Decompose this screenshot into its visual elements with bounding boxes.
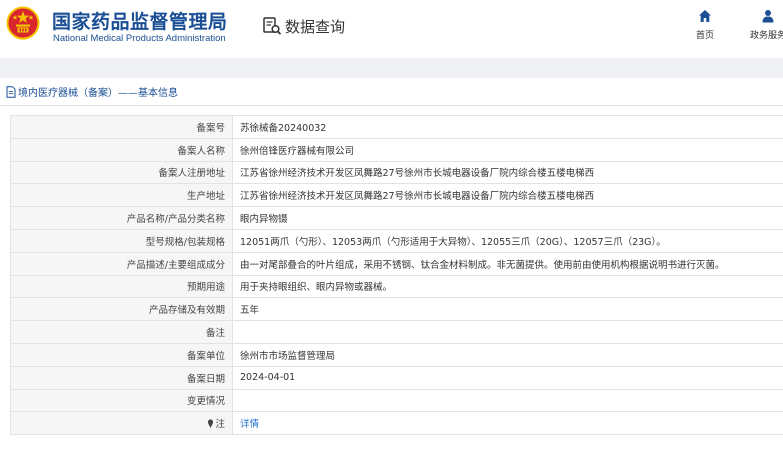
table-row: 备案人注册地址 江苏省徐州经济技术开发区凤舞路27号徐州市长城电器设备厂院内综合楼… (10, 160, 783, 185)
breadcrumb: 境内医疗器械（备案）——基本信息 (0, 78, 783, 106)
field-label: 变更情况 (10, 388, 233, 413)
field-label: 备案人注册地址 (10, 160, 233, 185)
field-value (232, 320, 783, 344)
table-row-note: 注 详情 (10, 411, 783, 436)
field-label: 产品描述/主要组成成分 (10, 251, 233, 276)
field-label: 预期用途 (10, 274, 233, 299)
detail-panel: 备案号 苏徐械备20240032 备案人名称 徐州倍锋医疗器械有限公司 备案人注册地址江… (0, 106, 783, 459)
table-row: 备案日期 2024-04-01 (10, 365, 783, 390)
table-row: 产品描述/主要组成成分 由一对尾部叠合的叶片组成，采用不锈钢、钛合金材料制成。非无… (10, 251, 783, 276)
table-row: 生产地址 江苏省徐州经济技术开发区凤舞路27号徐州市长城电器设备厂院内综合楼五楼电… (10, 183, 783, 208)
field-value: 眼内异物镊 (232, 206, 783, 230)
table-row: 备案人名称 徐州倍锋医疗器械有限公司 (10, 137, 783, 162)
home-icon (699, 10, 711, 22)
field-value: 江苏省徐州经济技术开发区凤舞路27号徐州市长城电器设备厂院内综合楼五楼电梯西 (232, 160, 783, 185)
site-header: 国家药品监督管理局 National Medical Products Admi… (0, 0, 783, 58)
note-label: 注 (215, 419, 225, 431)
nav-gov-service[interactable]: 政务服务 (750, 9, 783, 41)
details-link[interactable]: 详情 (240, 419, 259, 430)
table-row: 备案单位 徐州市市场监督管理局 (10, 342, 783, 367)
page-title: 数据查询 (285, 17, 346, 36)
data-query-heading: 数据查询 (262, 15, 345, 37)
table-row: 备案号 苏徐械备20240032 (10, 115, 783, 139)
document-icon (6, 85, 16, 98)
field-value: 徐州市市场监督管理局 (232, 342, 783, 367)
field-label: 备案日期 (10, 365, 233, 390)
document-search-icon (263, 17, 282, 35)
field-label: 产品存储及有效期 (10, 297, 233, 322)
field-label: 备案人名称 (10, 137, 233, 162)
note-value-cell: 详情 (232, 411, 783, 436)
person-icon (762, 10, 774, 23)
header-separator (0, 58, 783, 78)
pin-icon (208, 419, 214, 429)
field-label: 备案号 (10, 115, 233, 139)
table-row: 变更情况 (10, 388, 783, 413)
field-label: 备注 (10, 320, 233, 344)
table-row: 型号规格/包装规格 12051两爪（勺形）、12053两爪（勺形适用于大异物）、1… (10, 228, 783, 253)
field-value: 五年 (232, 297, 783, 322)
table-row: 产品存储及有效期 五年 (10, 297, 783, 322)
nav-gov-service-label: 政务服务 (750, 31, 783, 41)
field-value: 徐州倍锋医疗器械有限公司 (232, 137, 783, 162)
site-title[interactable]: 国家药品监督管理局 (52, 7, 228, 34)
site-subtitle[interactable]: National Medical Products Administration (53, 33, 226, 44)
field-value: 2024-04-01 (232, 365, 783, 390)
note-label-cell: 注 (10, 411, 233, 436)
national-emblem-icon (6, 6, 40, 40)
field-value: 用于夹持眼组织、眼内异物或器械。 (232, 274, 783, 299)
field-value (232, 388, 783, 413)
field-value: 由一对尾部叠合的叶片组成，采用不锈钢、钛合金材料制成。非无菌提供。使用前由使用机… (232, 251, 783, 276)
field-label: 型号规格/包装规格 (10, 228, 233, 253)
table-row: 预期用途 用于夹持眼组织、眼内异物或器械。 (10, 274, 783, 299)
field-label: 备案单位 (10, 342, 233, 367)
table-row: 产品名称/产品分类名称 眼内异物镊 (10, 206, 783, 230)
breadcrumb-text: 境内医疗器械（备案）——基本信息 (18, 88, 178, 99)
field-value: 江苏省徐州经济技术开发区凤舞路27号徐州市长城电器设备厂院内综合楼五楼电梯西 (232, 183, 783, 208)
record-detail-table: 备案号 苏徐械备20240032 备案人名称 徐州倍锋医疗器械有限公司 备案人注册地址江… (10, 115, 783, 436)
nav-home-label: 首页 (696, 31, 715, 41)
field-label: 产品名称/产品分类名称 (10, 206, 233, 230)
field-value: 苏徐械备20240032 (232, 115, 783, 139)
field-value: 12051两爪（勺形）、12053两爪（勺形适用于大异物）、12055三爪（20… (232, 228, 783, 253)
field-label: 生产地址 (10, 183, 233, 208)
table-row: 备注 (10, 320, 783, 344)
nav-home[interactable]: 首页 (696, 9, 714, 41)
